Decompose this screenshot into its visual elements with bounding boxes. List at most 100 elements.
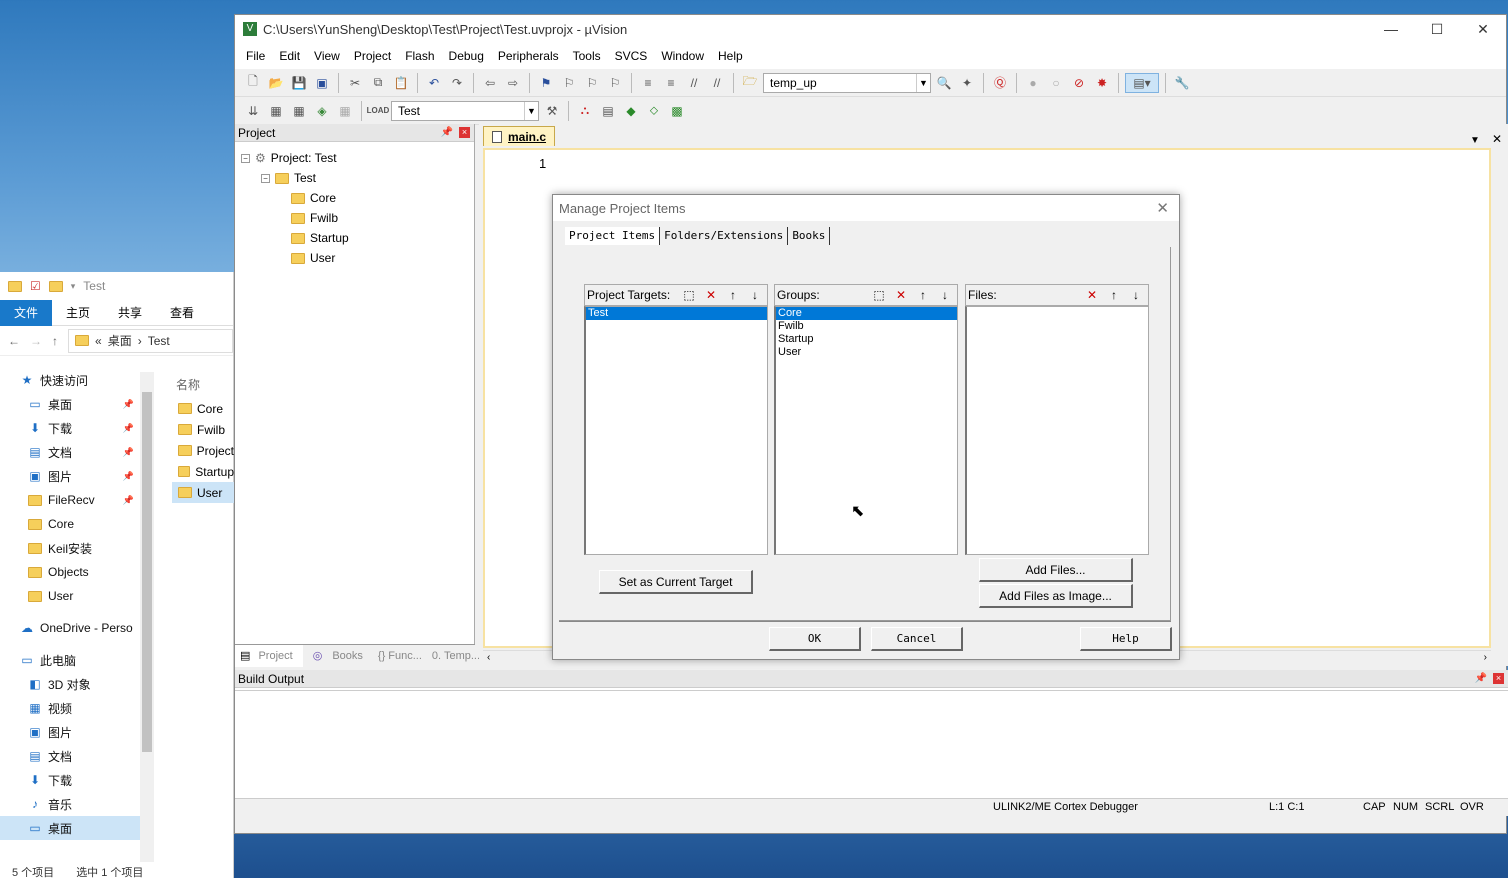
build-output-text[interactable]	[235, 690, 1508, 794]
nav-item[interactable]: ▤ 文档 📌	[0, 440, 140, 464]
debug-start-icon[interactable]: Ⓠ	[990, 73, 1010, 93]
target-combo[interactable]: Test ▼	[391, 100, 539, 121]
translate-icon[interactable]: ⇊	[243, 101, 263, 121]
tab-project[interactable]: ▤ Project	[235, 644, 303, 667]
rebuild-icon[interactable]: ▦	[289, 101, 309, 121]
paste-icon[interactable]: 📋	[391, 73, 411, 93]
collapse-icon[interactable]: −	[241, 153, 250, 163]
nav-item[interactable]: Core	[0, 512, 140, 536]
ribbon-tab-home[interactable]: 主页	[52, 300, 104, 326]
breakpoint-kill-all-icon[interactable]: ✸	[1092, 73, 1112, 93]
menu-edit[interactable]: Edit	[272, 49, 307, 63]
tab-folders-extensions[interactable]: Folders/Extensions	[660, 227, 789, 245]
set-current-target-button[interactable]: Set as Current Target	[599, 570, 753, 594]
pin-icon[interactable]: 📌	[123, 495, 134, 506]
target-options-icon[interactable]: ⚒	[542, 101, 562, 121]
pack-installer-icon[interactable]: ⬦	[644, 101, 664, 121]
menu-flash[interactable]: Flash	[398, 49, 441, 63]
help-button[interactable]: Help	[1080, 627, 1172, 651]
nav-item[interactable]: ▭ 此电脑	[0, 648, 140, 672]
tab-list-icon[interactable]: ▼	[1470, 135, 1480, 146]
redo-icon[interactable]: ↷	[447, 73, 467, 93]
menu-debug[interactable]: Debug	[442, 49, 491, 63]
groups-list[interactable]: Core Fwilb Startup User	[774, 306, 958, 555]
nav-item[interactable]: ▭ 桌面 📌	[0, 392, 140, 416]
file-row[interactable]: Project	[172, 440, 234, 461]
address-box[interactable]: « 桌面 › Test	[68, 328, 233, 353]
nav-item[interactable]: ▣ 图片 📌	[0, 464, 140, 488]
tree-root[interactable]: − ⚙ Project: Test	[241, 148, 349, 168]
pin-icon[interactable]: 📌	[123, 423, 134, 434]
move-up-icon[interactable]: ↑	[723, 286, 743, 304]
close-icon[interactable]: ×	[459, 127, 470, 138]
tab-books[interactable]: Books	[788, 227, 831, 245]
manage-project-items-icon[interactable]: ⛬	[575, 101, 595, 121]
list-item[interactable]: User	[776, 346, 957, 359]
nav-item[interactable]: Objects	[0, 560, 140, 584]
nav-item[interactable]: User	[0, 584, 140, 608]
incremental-find-icon[interactable]: ✦	[957, 73, 977, 93]
scroll-left-icon[interactable]: ‹	[487, 652, 490, 663]
copy-icon[interactable]: ⧉	[368, 73, 388, 93]
tab-functions[interactable]: {} Func...	[373, 650, 427, 662]
delete-icon[interactable]: ✕	[701, 286, 721, 304]
delete-icon[interactable]: ✕	[1082, 286, 1102, 304]
menu-file[interactable]: File	[239, 49, 272, 63]
nav-item[interactable]: FileRecv 📌	[0, 488, 140, 512]
file-row[interactable]: Startup	[172, 461, 234, 482]
move-up-icon[interactable]: ↑	[913, 286, 933, 304]
nav-item[interactable]: Keil安装	[0, 536, 140, 560]
tab-books[interactable]: ◎ Books	[303, 649, 373, 662]
breadcrumb-test[interactable]: Test	[148, 334, 170, 348]
minimize-icon[interactable]: —	[1368, 21, 1414, 38]
menu-peripherals[interactable]: Peripherals	[491, 49, 566, 63]
tree-group[interactable]: Fwilb	[241, 208, 349, 228]
nav-item[interactable]: ⬇ 下载	[0, 768, 140, 792]
list-item[interactable]: Core	[776, 307, 957, 320]
nav-scrollbar[interactable]	[140, 372, 154, 862]
tree-target[interactable]: − Test	[241, 168, 349, 188]
pin-icon[interactable]: 📌	[1475, 673, 1487, 684]
chevron-down-icon[interactable]: ▼	[524, 101, 538, 120]
delete-icon[interactable]: ✕	[891, 286, 911, 304]
cut-icon[interactable]: ✂	[345, 73, 365, 93]
bookmark-next-icon[interactable]: ⚐	[582, 73, 602, 93]
undo-icon[interactable]: ↶	[424, 73, 444, 93]
list-item[interactable]: Test	[586, 307, 767, 320]
configure-icon[interactable]: 🔧	[1172, 73, 1192, 93]
dropdown-icon[interactable]: ▾	[71, 281, 76, 292]
file-row[interactable]: User	[172, 482, 234, 503]
stop-build-icon[interactable]: ▦	[335, 101, 355, 121]
move-up-icon[interactable]: ↑	[1104, 286, 1124, 304]
tab-templates[interactable]: 0. Temp...	[427, 650, 485, 662]
nav-item[interactable]: ▭ 桌面	[0, 816, 140, 840]
find-in-files-icon[interactable]: 🗁	[740, 73, 760, 93]
unindent-icon[interactable]: ≡	[661, 73, 681, 93]
comment-icon[interactable]: //	[684, 73, 704, 93]
tab-project-items[interactable]: Project Items	[565, 227, 661, 245]
indent-icon[interactable]: ≡	[638, 73, 658, 93]
nav-item[interactable]: ♪ 音乐	[0, 792, 140, 816]
pin-icon[interactable]: 📌	[123, 399, 134, 410]
find-combo[interactable]: temp_up ▼	[763, 72, 931, 93]
scroll-right-icon[interactable]: ›	[1484, 652, 1487, 663]
close-icon[interactable]: ✕	[1460, 21, 1506, 38]
save-all-icon[interactable]: ▣	[312, 73, 332, 93]
breakpoint-disable-icon[interactable]: ○	[1046, 73, 1066, 93]
menu-project[interactable]: Project	[347, 49, 398, 63]
menu-svcs[interactable]: SVCS	[608, 49, 655, 63]
breadcrumb-desktop[interactable]: 桌面	[108, 332, 132, 349]
breakpoint-disable-all-icon[interactable]: ⊘	[1069, 73, 1089, 93]
build-icon[interactable]: ▦	[266, 101, 286, 121]
menu-view[interactable]: View	[307, 49, 347, 63]
collapse-icon[interactable]: −	[261, 173, 270, 183]
tree-group[interactable]: Startup	[241, 228, 349, 248]
list-item[interactable]: Startup	[776, 333, 957, 346]
bookmark-prev-icon[interactable]: ⚐	[559, 73, 579, 93]
forward-arrow-icon[interactable]: →	[30, 334, 42, 348]
new-item-icon[interactable]: ⬚	[679, 286, 699, 304]
manage-runtime-icon[interactable]: ◆	[621, 101, 641, 121]
ribbon-tab-share[interactable]: 共享	[104, 300, 156, 326]
batch-build-icon[interactable]: ◈	[312, 101, 332, 121]
uncomment-icon[interactable]: //	[707, 73, 727, 93]
